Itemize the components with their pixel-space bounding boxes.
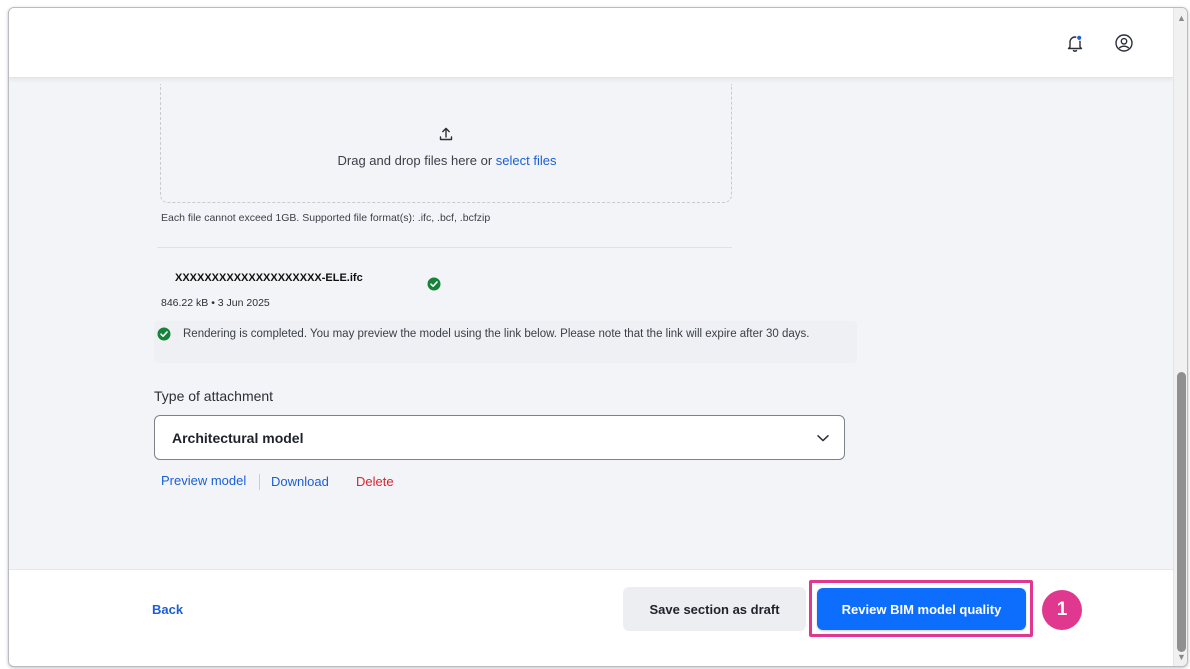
app-window: Drag and drop files here or select files… <box>8 7 1188 667</box>
attachment-type-select[interactable]: Architectural model <box>154 415 845 460</box>
render-status-message: Rendering is completed. You may preview … <box>183 328 810 340</box>
download-link[interactable]: Download <box>271 474 329 489</box>
attachment-type-label: Type of attachment <box>154 388 274 404</box>
preview-model-link[interactable]: Preview model <box>161 473 246 488</box>
check-circle-icon <box>157 327 171 341</box>
chevron-down-icon <box>816 431 830 445</box>
file-drop-zone[interactable]: Drag and drop files here or select files <box>160 84 732 203</box>
attachment-type-value: Architectural model <box>172 430 304 446</box>
save-draft-button[interactable]: Save section as draft <box>623 587 806 631</box>
user-circle-icon[interactable] <box>1113 32 1135 54</box>
select-files-link[interactable]: select files <box>496 153 557 168</box>
divider <box>157 247 732 248</box>
file-meta: 846.22 kB • 3 Jun 2025 <box>161 297 270 309</box>
drop-prompt: Drag and drop files here or <box>337 153 496 168</box>
vertical-scrollbar[interactable]: ▲ ▼ <box>1173 8 1187 666</box>
step-badge: 1 <box>1042 590 1082 630</box>
review-bim-button[interactable]: Review BIM model quality <box>817 588 1026 630</box>
drop-zone-text: Drag and drop files here or select files <box>161 153 733 168</box>
delete-link[interactable]: Delete <box>356 474 394 489</box>
footer-bar: Back Save section as draft Review BIM mo… <box>9 569 1173 666</box>
action-divider <box>259 474 260 490</box>
file-format-note: Each file cannot exceed 1GB. Supported f… <box>161 212 491 224</box>
bell-icon[interactable] <box>1064 32 1086 54</box>
check-circle-icon <box>427 277 441 291</box>
scrollbar-thumb[interactable] <box>1177 372 1186 652</box>
file-name: XXXXXXXXXXXXXXXXXXXX-ELE.ifc <box>175 272 363 284</box>
scroll-up-arrow-icon[interactable]: ▲ <box>1177 14 1186 23</box>
top-header <box>9 8 1173 78</box>
back-link[interactable]: Back <box>152 602 183 617</box>
upload-icon[interactable] <box>437 125 455 143</box>
scroll-down-arrow-icon[interactable]: ▼ <box>1177 653 1186 662</box>
